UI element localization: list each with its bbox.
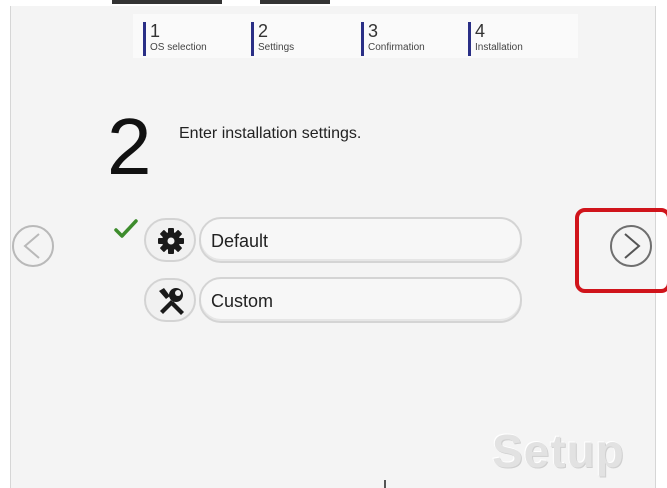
step-label: Installation	[475, 42, 523, 53]
step-label: Settings	[258, 42, 295, 53]
step-settings: 2 Settings	[251, 22, 294, 56]
option-custom[interactable]: Custom	[144, 277, 522, 323]
checkmark-icon	[114, 219, 138, 238]
setup-watermark: Setup	[492, 425, 625, 477]
top-strip-segment	[260, 0, 330, 4]
step-os-selection: 1 OS selection	[143, 22, 207, 56]
tools-icon	[159, 288, 184, 315]
default-button[interactable]: Default	[199, 217, 522, 263]
custom-button[interactable]: Custom	[199, 277, 522, 323]
option-icon-frame	[144, 218, 196, 262]
bottom-marker	[384, 480, 386, 488]
step-number: 3	[368, 21, 379, 41]
step-label: OS selection	[150, 42, 207, 53]
step-confirmation: 3 Confirmation	[361, 22, 425, 56]
step-number: 2	[258, 21, 269, 41]
previous-button[interactable]	[12, 225, 54, 267]
default-label: Default	[211, 231, 269, 251]
step-label: Confirmation	[368, 42, 425, 53]
option-icon-frame	[144, 278, 196, 322]
custom-label: Custom	[211, 291, 274, 311]
step-number: 4	[475, 21, 486, 41]
step-indicator: 1 OS selection 2 Settings 3 Confirmation…	[133, 14, 578, 58]
current-step-number: 2	[107, 102, 152, 191]
gear-icon	[158, 228, 184, 254]
step-installation: 4 Installation	[468, 22, 523, 56]
next-button-highlight	[575, 208, 667, 293]
chevron-left-icon	[23, 233, 40, 259]
option-default[interactable]: Default	[144, 217, 522, 263]
step-number: 1	[150, 21, 161, 41]
page-heading: Enter installation settings.	[179, 125, 362, 142]
top-strip-segment	[112, 0, 222, 4]
